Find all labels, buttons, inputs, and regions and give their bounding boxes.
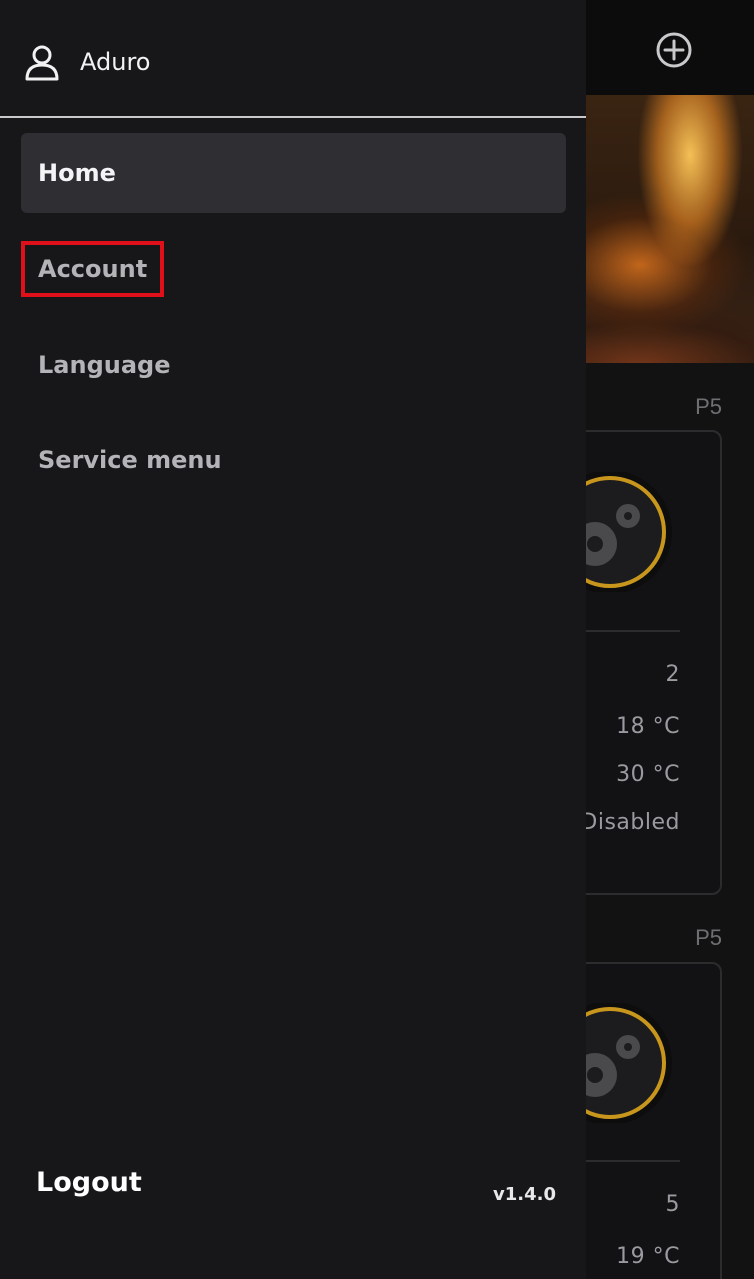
user-icon: [25, 45, 59, 81]
stove-value: 2: [665, 662, 680, 687]
stove-value: 30 °C: [616, 762, 680, 787]
stove-value: Disabled: [580, 810, 680, 835]
app-version: v1.4.0: [493, 1184, 556, 1205]
stove-model-label: P5: [695, 394, 722, 419]
menu-item-home[interactable]: Home: [21, 133, 566, 213]
stove-value: 5: [665, 1192, 680, 1217]
header-divider: [0, 116, 586, 118]
menu-item-language[interactable]: Language: [21, 325, 566, 405]
username: Aduro: [80, 48, 151, 76]
add-circle-icon[interactable]: [655, 31, 693, 69]
stove-value: 19 °C: [616, 1244, 680, 1269]
navigation-drawer: Aduro Home Account Language Service menu…: [0, 0, 586, 1279]
menu-item-account[interactable]: Account: [21, 229, 566, 309]
menu-item-service-menu[interactable]: Service menu: [21, 420, 566, 500]
stove-model-label: P5: [695, 925, 722, 950]
logout-button[interactable]: Logout: [36, 1167, 142, 1198]
drawer-header: Aduro: [0, 0, 586, 118]
stove-value: 18 °C: [616, 714, 680, 739]
